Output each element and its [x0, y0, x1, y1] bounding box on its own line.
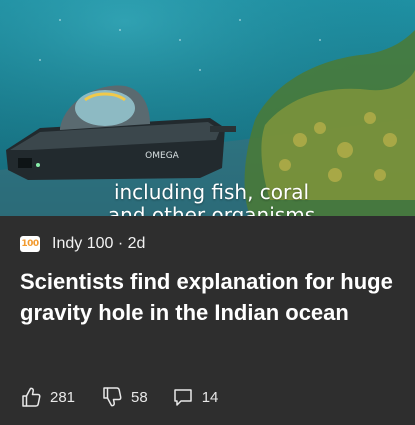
image-caption-line-2: and other organisms [107, 203, 316, 216]
dislike-button[interactable]: 58 [101, 386, 148, 408]
thumbs-down-icon [103, 387, 122, 407]
comment-count: 14 [201, 388, 219, 406]
comment-button[interactable]: 14 [172, 386, 219, 408]
like-button[interactable]: 281 [20, 386, 75, 408]
thumbs-up-icon [22, 387, 41, 407]
source-row[interactable]: 100 Indy 100 · 2d [20, 234, 145, 254]
article-title[interactable]: Scientists find explanation for huge gra… [20, 266, 395, 328]
source-logo: 100 [20, 236, 40, 252]
source-name-and-time[interactable]: Indy 100 · 2d [52, 235, 145, 253]
news-card[interactable]: OMEGA including fish, coral and other or… [0, 0, 415, 425]
comment-icon [173, 389, 192, 406]
submarine-brand-text: OMEGA [145, 151, 180, 161]
reaction-bar: 281 58 14 [20, 383, 218, 411]
dislike-count: 58 [131, 388, 148, 406]
image-caption-line-1: including fish, coral [113, 180, 310, 204]
like-count: 281 [50, 388, 76, 406]
article-image[interactable]: OMEGA including fish, coral and other or… [0, 0, 415, 216]
